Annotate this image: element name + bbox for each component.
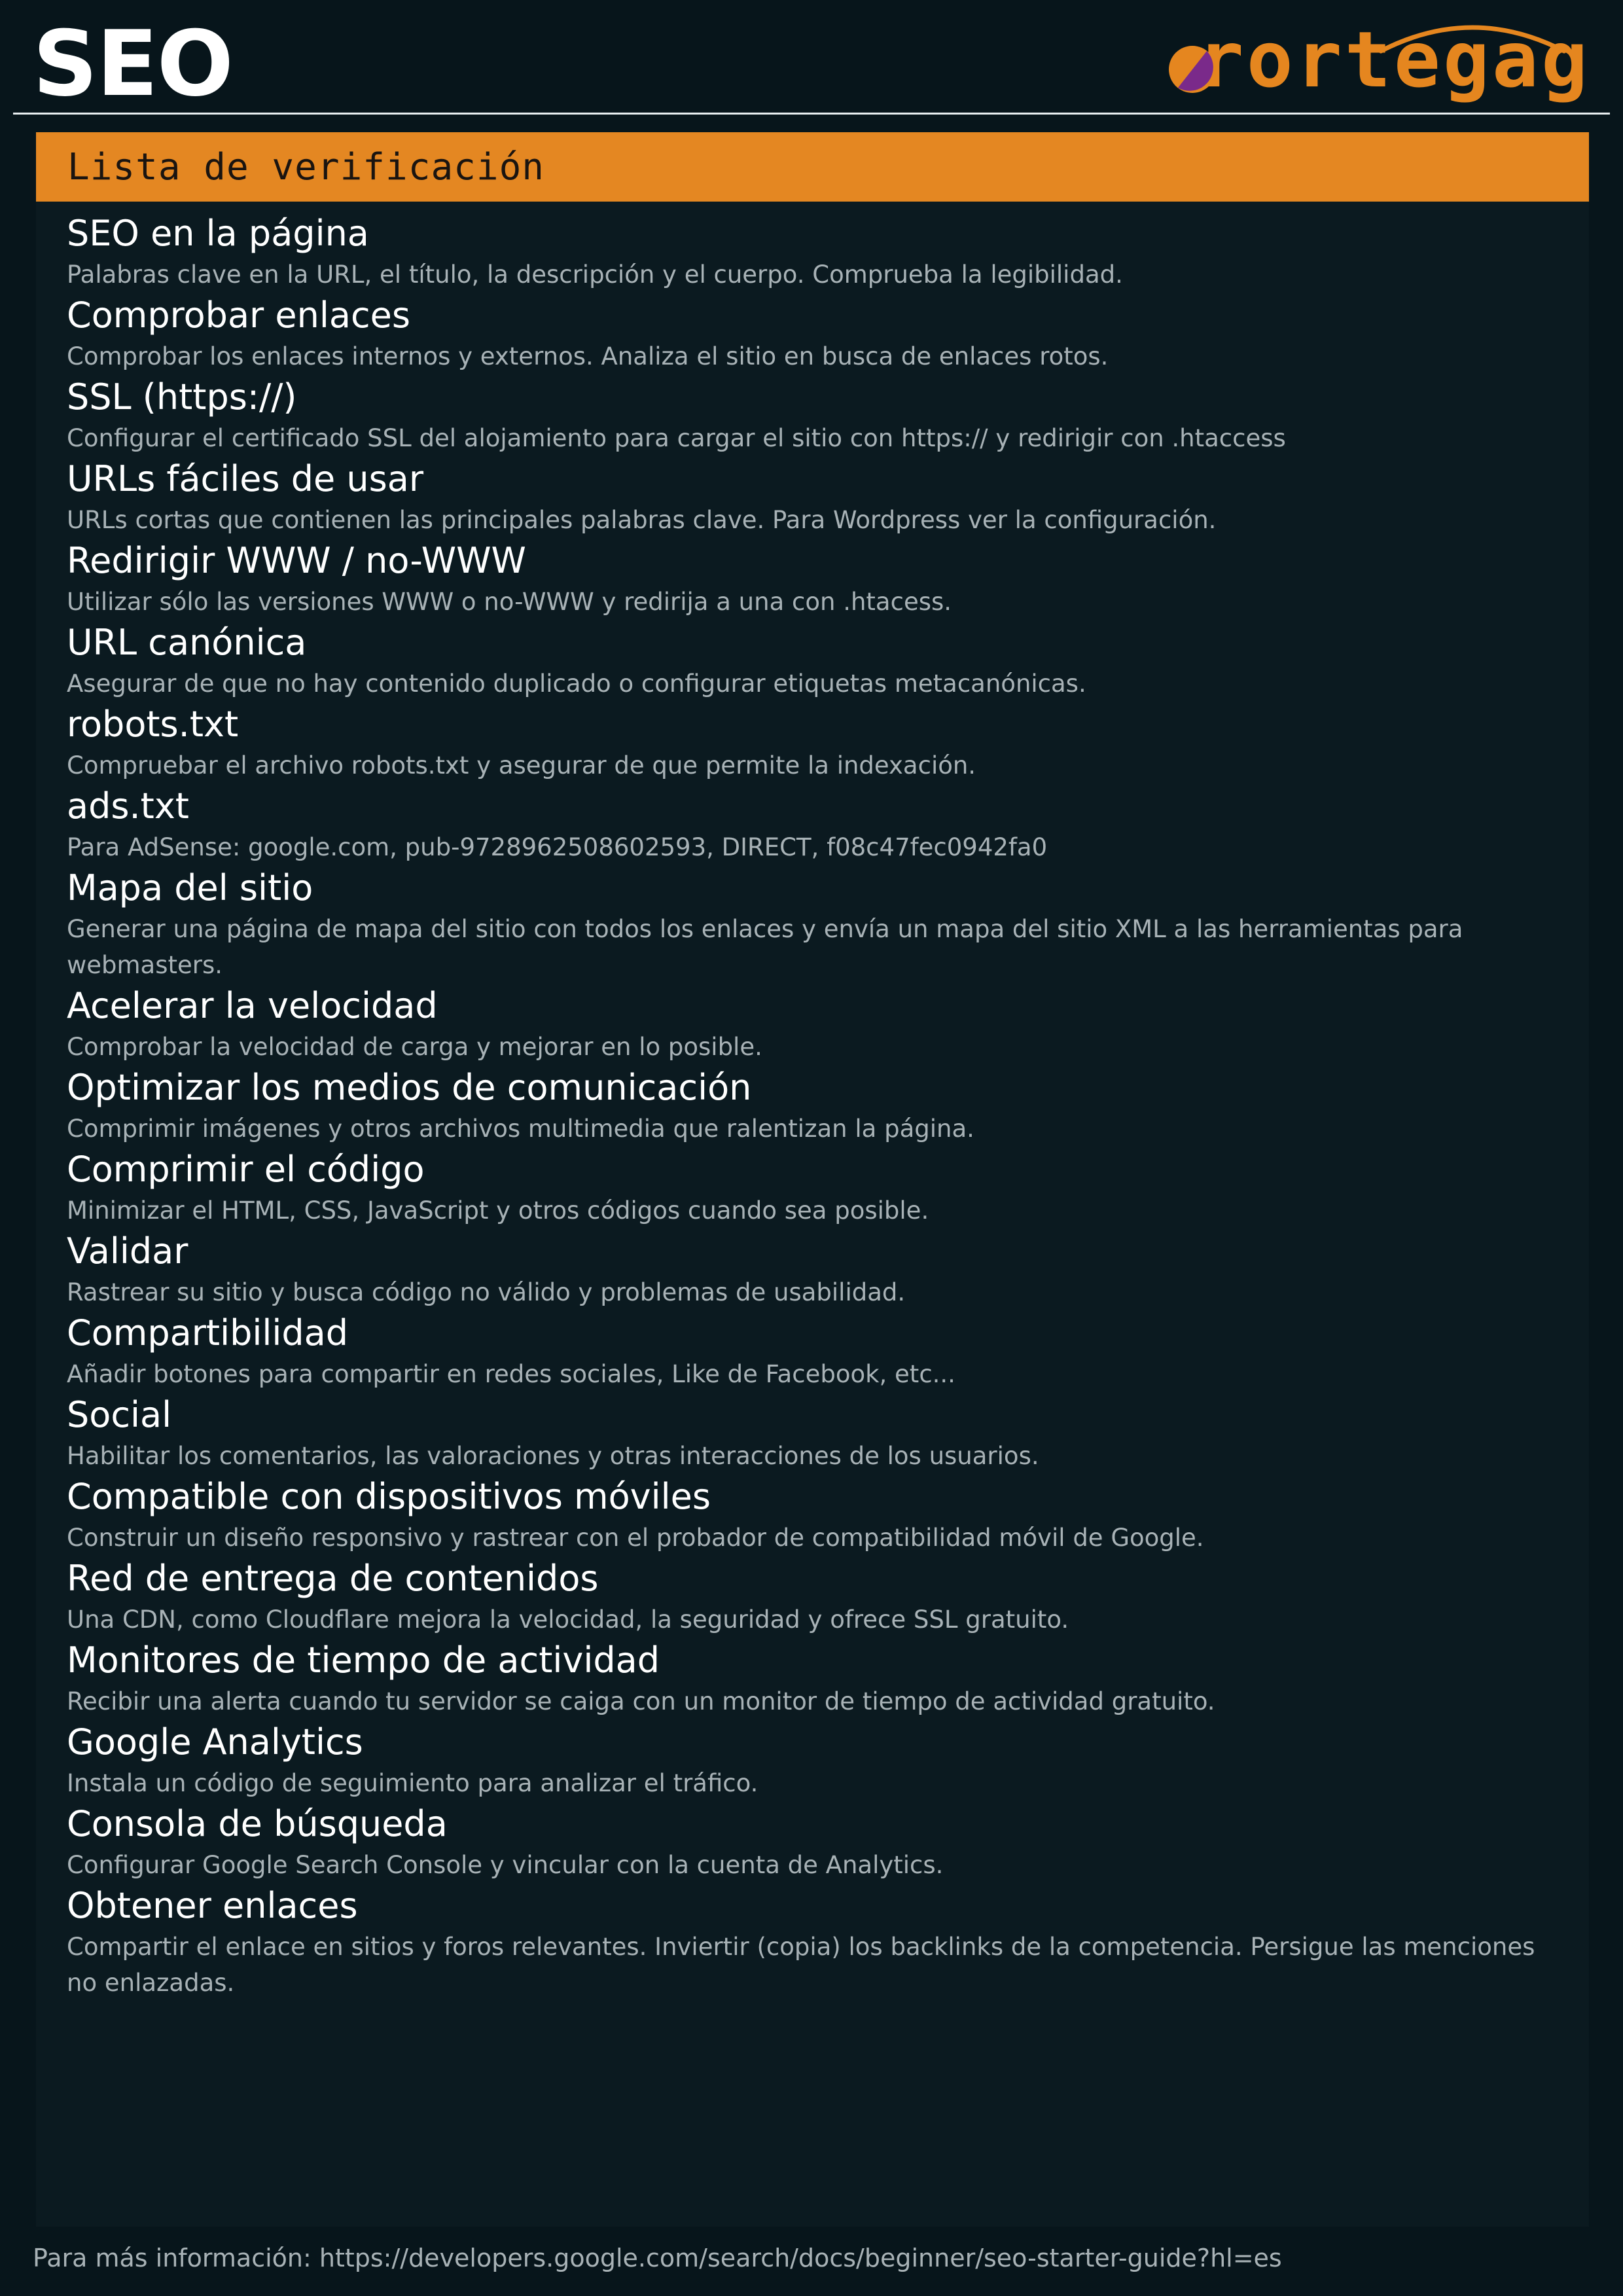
checklist-item-description: Habilitar los comentarios, las valoracio… xyxy=(67,1442,1039,1470)
checklist-item-description: Compruebar el archivo robots.txt y asegu… xyxy=(67,751,976,780)
checklist-item-title: Comprobar enlaces xyxy=(67,295,410,336)
checklist-item-description: Asegurar de que no hay contenido duplica… xyxy=(67,670,1086,698)
checklist-item: ads.txt Para AdSense: google.com, pub-972… xyxy=(67,783,1558,865)
checklist-item: Validar Rastrear su sitio y busca código … xyxy=(67,1229,1558,1310)
checklist-item-title: Redirigir WWW / no-WWW xyxy=(67,540,526,581)
checklist-item: Mapa del sitio Generar una página de mapa… xyxy=(67,865,1558,983)
checklist-item-title: Compartibilidad xyxy=(67,1312,349,1354)
page-title: SEO xyxy=(33,11,234,117)
checklist-items: SEO en la página Palabras clave en la URL… xyxy=(36,202,1589,2001)
checklist-item-title: Comprimir el código xyxy=(67,1149,425,1190)
checklist-item: Monitores de tiempo de actividad Recibir … xyxy=(67,1638,1558,1719)
checklist-item-description: Comprobar la velocidad de carga y mejora… xyxy=(67,1033,762,1061)
checklist-item-description: Construir un diseño responsivo y rastrea… xyxy=(67,1524,1204,1552)
checklist-item-title: Red de entrega de contenidos xyxy=(67,1558,599,1599)
checklist-item: Obtener enlaces Compartir el enlace en si… xyxy=(67,1883,1558,2001)
checklist-item-description: Configurar el certificado SSL del alojam… xyxy=(67,424,1286,452)
checklist-item-description: Generar una página de mapa del sitio con… xyxy=(67,915,1463,979)
checklist-item-description: Minimizar el HTML, CSS, JavaScript y otr… xyxy=(67,1196,929,1225)
checklist-item: Consola de búsqueda Configurar Google Sea… xyxy=(67,1801,1558,1883)
checklist-item-description: Configurar Google Search Console y vincu… xyxy=(67,1851,944,1879)
checklist-item: URL canónica Asegurar de que no hay conte… xyxy=(67,620,1558,702)
checklist-item-description: URLs cortas que contienen las principale… xyxy=(67,506,1217,534)
checklist-item: URLs fáciles de usar URLs cortas que cont… xyxy=(67,456,1558,538)
checklist-item-description: Recibir una alerta cuando tu servidor se… xyxy=(67,1687,1215,1715)
checklist-item: Google Analytics Instala un código de seg… xyxy=(67,1719,1558,1801)
header-divider xyxy=(13,113,1610,115)
checklist-item-title: Mapa del sitio xyxy=(67,867,313,908)
checklist-item-description: Instala un código de seguimiento para an… xyxy=(67,1769,758,1797)
checklist-item: Optimizar los medios de comunicación Comp… xyxy=(67,1065,1558,1147)
checklist-item-title: Social xyxy=(67,1394,172,1435)
checklist-item-title: Google Analytics xyxy=(67,1721,363,1763)
checklist-item-description: Compartir el enlace en sitios y foros re… xyxy=(67,1933,1535,1997)
checklist-item: Compatible con dispositivos móviles Const… xyxy=(67,1474,1558,1556)
checklist-item-title: Obtener enlaces xyxy=(67,1885,358,1926)
checklist-item: Social Habilitar los comentarios, las val… xyxy=(67,1392,1558,1474)
checklist-item-title: Monitores de tiempo de actividad xyxy=(67,1640,660,1681)
brand-logo: rortegag xyxy=(1106,17,1590,109)
checklist-item: robots.txt Compruebar el archivo robots.t… xyxy=(67,702,1558,783)
checklist-item-description: Comprobar los enlaces internos y externo… xyxy=(67,342,1109,370)
checklist-item: Compartibilidad Añadir botones para compa… xyxy=(67,1310,1558,1392)
checklist-item-title: Validar xyxy=(67,1230,188,1272)
checklist-item: SSL (https://) Configurar el certificado … xyxy=(67,374,1558,456)
checklist-item-description: Palabras clave en la URL, el título, la … xyxy=(67,260,1123,289)
checklist-header: Lista de verificación xyxy=(36,132,1589,202)
checklist-item: SEO en la página Palabras clave en la URL… xyxy=(67,211,1558,293)
checklist-item-description: Utilizar sólo las versiones WWW o no-WWW… xyxy=(67,588,952,616)
checklist-item-title: SSL (https://) xyxy=(67,376,297,418)
checklist-item-title: robots.txt xyxy=(67,704,239,745)
checklist-item-title: Acelerar la velocidad xyxy=(67,985,438,1026)
checklist-item: Acelerar la velocidad Comprobar la veloci… xyxy=(67,983,1558,1065)
checklist-item: Comprimir el código Minimizar el HTML, CS… xyxy=(67,1147,1558,1229)
checklist-item-description: Añadir botones para compartir en redes s… xyxy=(67,1360,955,1388)
checklist-item-title: URLs fáciles de usar xyxy=(67,458,424,499)
checklist-item-description: Rastrear su sitio y busca código no váli… xyxy=(67,1278,906,1306)
checklist-item-description: Para AdSense: google.com, pub-9728962508… xyxy=(67,833,1048,861)
checklist-item: Comprobar enlaces Comprobar los enlaces i… xyxy=(67,293,1558,374)
checklist-panel: Lista de verificación SEO en la página Pa… xyxy=(36,132,1589,2227)
checklist-item-description: Comprimir imágenes y otros archivos mult… xyxy=(67,1115,974,1143)
checklist-heading: Lista de verificación xyxy=(67,145,545,188)
checklist-item-title: ads.txt xyxy=(67,785,189,827)
logo-dot-icon xyxy=(1169,46,1216,93)
checklist-item-title: Optimizar los medios de comunicación xyxy=(67,1067,752,1108)
logo-arc-icon xyxy=(1378,25,1567,54)
checklist-item-title: Compatible con dispositivos móviles xyxy=(67,1476,711,1517)
checklist-item-description: Una CDN, como Cloudflare mejora la veloc… xyxy=(67,1605,1069,1634)
checklist-item: Redirigir WWW / no-WWW Utilizar sólo las … xyxy=(67,538,1558,620)
checklist-item-title: URL canónica xyxy=(67,622,307,663)
footer-info: Para más información: https://developers… xyxy=(33,2244,1282,2272)
checklist-item-title: SEO en la página xyxy=(67,213,369,254)
checklist-item-title: Consola de búsqueda xyxy=(67,1803,448,1844)
checklist-item: Red de entrega de contenidos Una CDN, com… xyxy=(67,1556,1558,1638)
